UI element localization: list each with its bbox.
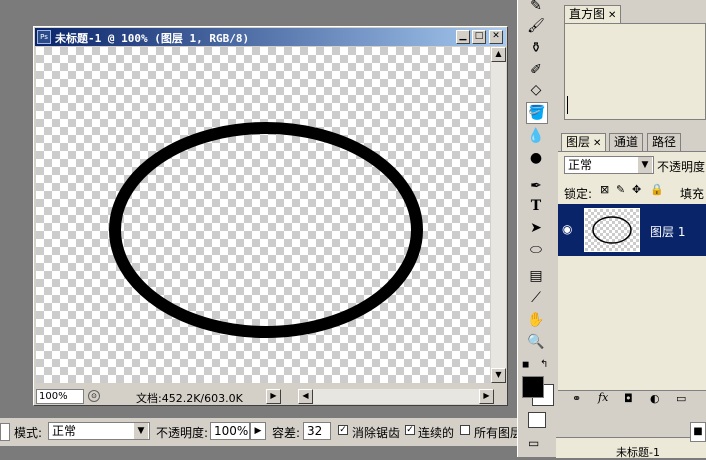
blend-mode-value: 正常 (568, 158, 593, 172)
chevron-down-icon[interactable]: ▼ (134, 423, 148, 439)
fill-label: 填充 (680, 187, 705, 201)
scroll-left-button[interactable]: ◀ (298, 389, 313, 404)
scroll-right-button[interactable]: ▶ (479, 389, 494, 404)
tab-channels-label: 通道 (614, 135, 639, 149)
mode-label: 模式: (14, 426, 43, 440)
zoom-field[interactable]: 100% (36, 389, 84, 404)
tolerance-input[interactable]: 32 (303, 422, 331, 440)
paint-bucket-icon[interactable]: 🪣 (526, 102, 548, 124)
histogram-graph (567, 96, 568, 114)
tab-paths-label: 路径 (652, 135, 677, 149)
document-title: 未标题-1 @ 100% (图层 1, RGB/8) (55, 32, 250, 45)
tab-histogram[interactable]: 直方图 ✕ (564, 5, 622, 23)
contiguous-label: 连续的 (418, 426, 455, 440)
lock-all-icon[interactable]: 🔒 (650, 183, 664, 196)
layer-opacity-label: 不透明度 (657, 160, 706, 174)
new-group-icon[interactable]: ▭ (676, 392, 686, 405)
bridge-icon[interactable]: ■ (690, 422, 706, 442)
pen-icon[interactable]: ✒ (526, 176, 546, 196)
bottom-layer-row[interactable]: 未标题-1 (556, 437, 706, 459)
lock-label: 锁定: (564, 187, 593, 201)
mode-value: 正常 (52, 424, 77, 438)
ellipse-stroke-shape (109, 122, 423, 338)
eraser-icon[interactable]: ◇ (526, 80, 546, 100)
bottom-layer-name: 未标题-1 (616, 446, 660, 459)
all-layers-label: 所有图层 (474, 426, 523, 440)
close-icon[interactable]: ✕ (608, 10, 616, 21)
healing-brush-icon[interactable]: ✎ (526, 0, 546, 16)
lock-move-icon[interactable]: ✥ (632, 183, 641, 196)
tab-channels[interactable]: 通道 (609, 133, 644, 151)
lock-transparency-icon[interactable]: ⊠ (600, 183, 609, 196)
layers-footer: ⚭ fx ◘ ◐ ▭ (558, 390, 706, 409)
tolerance-label: 容差: (272, 426, 301, 440)
lock-brush-icon[interactable]: ✎ (616, 183, 625, 196)
layer-thumbnail (584, 208, 640, 252)
all-layers-checkbox[interactable] (460, 425, 470, 435)
link-layers-icon[interactable]: ⚭ (572, 392, 581, 405)
antialias-label: 消除锯齿 (352, 426, 401, 440)
histogram-panel-body (564, 23, 706, 120)
opacity-label: 不透明度: (156, 426, 209, 440)
opacity-input[interactable]: 100% (210, 422, 250, 440)
brush-icon[interactable]: 🖌 (526, 16, 546, 36)
notes-icon[interactable]: ▤ (526, 266, 546, 286)
visibility-eye-icon[interactable]: ◉ (562, 222, 572, 236)
foreground-color-swatch[interactable] (522, 376, 544, 398)
adjustment-layer-icon[interactable]: ◐ (650, 392, 660, 405)
document-title-bar[interactable]: Ps 未标题-1 @ 100% (图层 1, RGB/8) ▁ □ ✕ (35, 28, 506, 46)
photoshop-app-icon: Ps (37, 30, 51, 44)
panel-dock: 直方图 ✕ 图层 ✕ 通道 路径 正常 ▼ 不透明度 锁定: ⊠ ✎ ✥ 🔒 填充 … (556, 0, 706, 459)
tool-preset-picker[interactable] (0, 423, 10, 441)
dodge-icon[interactable]: ● (526, 148, 546, 168)
quick-mask-icon[interactable] (528, 412, 546, 428)
image-canvas[interactable] (36, 47, 490, 383)
status-bar: 100% ⊙ 文档:452.2K/603.0K ▶ ◀ ▶ (36, 389, 506, 405)
layer-mask-icon[interactable]: ◘ (624, 392, 633, 405)
thumbnail-ellipse (592, 216, 632, 244)
document-size-info: 文档:452.2K/603.0K (136, 392, 243, 405)
antialias-checkbox[interactable]: ✓ (338, 425, 348, 435)
tab-layers-label: 图层 (566, 135, 591, 149)
path-selection-icon[interactable]: ➤ (526, 218, 546, 238)
layer-row-selected[interactable]: ◉ 图层 1 (558, 204, 706, 256)
swap-colors-icon[interactable]: ↰ (540, 359, 548, 370)
layer-style-icon[interactable]: fx (598, 391, 608, 404)
horizontal-scrollbar[interactable]: ◀ ▶ (298, 389, 494, 404)
layers-panel-body: 正常 ▼ 不透明度 锁定: ⊠ ✎ ✥ 🔒 填充 ◉ 图层 1 ⚭ fx ◘ ◐… (558, 151, 706, 409)
blend-mode-select[interactable]: 正常 ▼ (564, 156, 654, 174)
close-icon[interactable]: ✕ (593, 138, 601, 149)
hand-icon[interactable]: ✋ (526, 310, 546, 330)
contiguous-checkbox[interactable]: ✓ (405, 425, 415, 435)
scroll-up-button[interactable]: ▲ (491, 47, 506, 62)
opacity-arrow-button[interactable]: ▶ (250, 422, 266, 440)
type-icon[interactable]: T (526, 196, 546, 216)
chevron-down-icon[interactable]: ▼ (638, 157, 652, 173)
status-menu-icon[interactable]: ⊙ (88, 390, 100, 402)
tab-paths[interactable]: 路径 (647, 133, 682, 151)
maximize-button[interactable]: □ (472, 30, 486, 44)
document-window: Ps 未标题-1 @ 100% (图层 1, RGB/8) ▁ □ ✕ ▲ ▼ … (33, 26, 508, 406)
toolbox: ✎ 🖌 ⚱ ✐ ◇ 🪣 💧 ● ✒ T ➤ ⬭ ▤ ⟋ ✋ 🔍 ◼ ↰ ▭ (517, 0, 556, 457)
clone-stamp-icon[interactable]: ⚱ (526, 38, 546, 58)
minimize-button[interactable]: ▁ (456, 30, 470, 44)
layer-name: 图层 1 (650, 225, 686, 239)
scroll-down-button[interactable]: ▼ (491, 368, 506, 383)
default-colors-icon[interactable]: ◼ (522, 360, 529, 370)
vertical-scrollbar[interactable]: ▲ ▼ (491, 47, 506, 383)
close-button[interactable]: ✕ (489, 30, 503, 44)
blur-icon[interactable]: 💧 (526, 126, 546, 146)
screen-mode-icon[interactable]: ▭ (528, 436, 539, 450)
tab-layers[interactable]: 图层 ✕ (561, 133, 607, 151)
history-brush-icon[interactable]: ✐ (526, 60, 546, 80)
tab-histogram-label: 直方图 (569, 7, 606, 21)
status-arrow-button[interactable]: ▶ (266, 389, 281, 404)
ellipse-shape-icon[interactable]: ⬭ (526, 240, 546, 260)
zoom-icon[interactable]: 🔍 (526, 332, 546, 352)
eyedropper-icon[interactable]: ⟋ (526, 288, 546, 308)
mode-select[interactable]: 正常 ▼ (48, 422, 150, 440)
options-bar: 模式: 正常 ▼ 不透明度: 100% ▶ 容差: 32 ✓ 消除锯齿 ✓ 连续… (0, 418, 522, 446)
